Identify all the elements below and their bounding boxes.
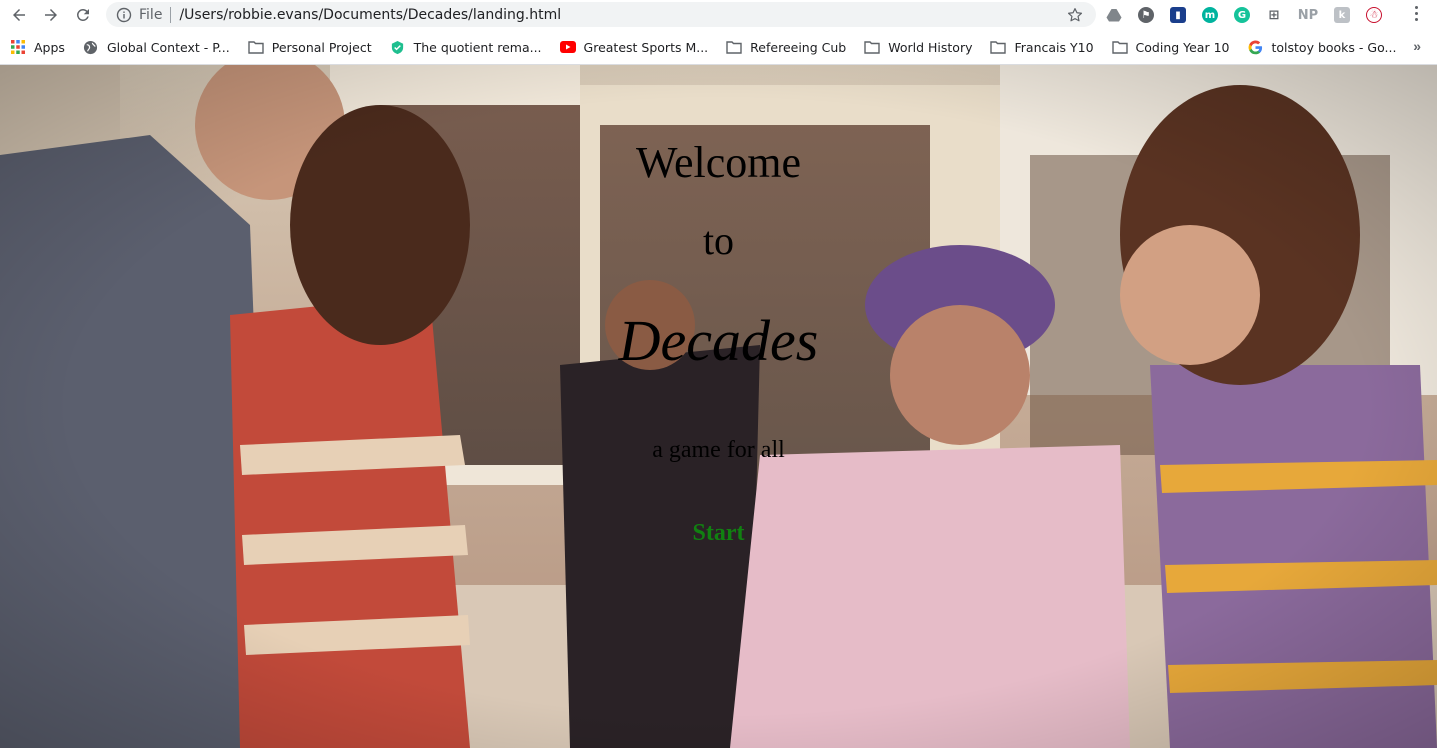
bookmark-ext-icon[interactable]: ▮ <box>1170 7 1186 23</box>
browser-toolbar: File /Users/robbie.evans/Documents/Decad… <box>0 0 1437 30</box>
grid-ext-icon[interactable]: ⊞ <box>1266 7 1282 23</box>
bookmark-coding-year-10[interactable]: Coding Year 10 <box>1102 34 1238 60</box>
back-arrow-icon <box>13 9 25 21</box>
k-ext-icon[interactable]: k <box>1334 7 1350 23</box>
bookmark-label: Coding Year 10 <box>1135 39 1230 55</box>
bookmark-apps[interactable]: Apps <box>0 34 73 60</box>
grammarly-icon[interactable]: G <box>1234 7 1250 23</box>
bookmark-label: tolstoy books - Go... <box>1271 39 1397 55</box>
reload-icon <box>76 8 89 21</box>
m-ext-icon[interactable]: m <box>1202 7 1218 23</box>
hero-section: Welcome to Decades a game for all Start <box>0 65 1437 748</box>
vpn-icon[interactable]: ⚑ <box>1138 7 1154 23</box>
apps-grid-icon <box>10 39 26 55</box>
bookmark-star-icon[interactable] <box>1066 6 1084 24</box>
forward-button[interactable] <box>35 1 67 29</box>
folder-icon <box>726 39 742 55</box>
folder-icon <box>864 39 880 55</box>
url-text[interactable]: /Users/robbie.evans/Documents/Decades/la… <box>179 7 561 23</box>
youtube-icon <box>559 39 576 55</box>
address-bar[interactable]: File /Users/robbie.evans/Documents/Decad… <box>106 2 1096 27</box>
bookmark-greatest-sports[interactable]: Greatest Sports M... <box>550 34 717 60</box>
profile-avatar-icon[interactable]: ☃ <box>1366 7 1382 23</box>
google-icon <box>1248 39 1264 55</box>
folder-icon <box>1111 39 1128 55</box>
drive-icon[interactable] <box>1106 7 1122 23</box>
bookmark-label: The quotient rema... <box>413 39 542 55</box>
game-title: Decades <box>618 308 819 373</box>
bookmark-francais-y10[interactable]: Francais Y10 <box>980 34 1101 60</box>
welcome-heading: Welcome <box>635 138 802 187</box>
bookmarks-overflow-button[interactable]: » <box>1413 38 1421 54</box>
folder-icon <box>990 39 1007 55</box>
bookmark-global-context[interactable]: Global Context - P... <box>73 34 238 60</box>
np-ext-icon[interactable]: NP <box>1298 7 1318 23</box>
bookmark-label: Greatest Sports M... <box>583 39 709 55</box>
bookmark-tolstoy-books[interactable]: tolstoy books - Go... <box>1238 34 1405 60</box>
bookmark-label: Apps <box>34 39 65 55</box>
bookmark-label: Francais Y10 <box>1014 39 1094 55</box>
start-link[interactable]: Start <box>0 520 1437 547</box>
chrome-menu-icon[interactable] <box>1415 6 1419 24</box>
bookmark-label: Personal Project <box>271 39 372 55</box>
tagline: a game for all <box>652 437 785 463</box>
bookmark-label: Refereeing Cub <box>750 39 847 55</box>
back-button[interactable] <box>3 1 35 29</box>
to-heading: to <box>702 218 735 263</box>
bookmark-label: Global Context - P... <box>106 39 230 55</box>
reload-button[interactable] <box>67 1 99 29</box>
bookmark-personal-project[interactable]: Personal Project <box>238 34 380 60</box>
url-scheme-label: File <box>139 6 163 23</box>
forward-arrow-icon <box>45 9 57 21</box>
globe-icon <box>83 39 99 55</box>
shield-site-icon <box>390 39 406 55</box>
extensions-bar: ⚑ ▮ m G ⊞ NP k ☃ <box>1100 3 1398 27</box>
page-viewport: Welcome to Decades a game for all Start <box>0 65 1437 748</box>
folder-icon <box>248 39 264 55</box>
bookmark-label: World History <box>888 39 973 55</box>
bookmark-refereeing-cub[interactable]: Refereeing Cub <box>716 34 854 60</box>
url-separator <box>170 6 172 23</box>
bookmarks-bar: Apps Global Context - P... Personal Proj… <box>0 30 1437 65</box>
bookmark-world-history[interactable]: World History <box>854 34 980 60</box>
info-icon[interactable] <box>116 7 132 23</box>
bookmark-quotient[interactable]: The quotient rema... <box>380 34 550 60</box>
